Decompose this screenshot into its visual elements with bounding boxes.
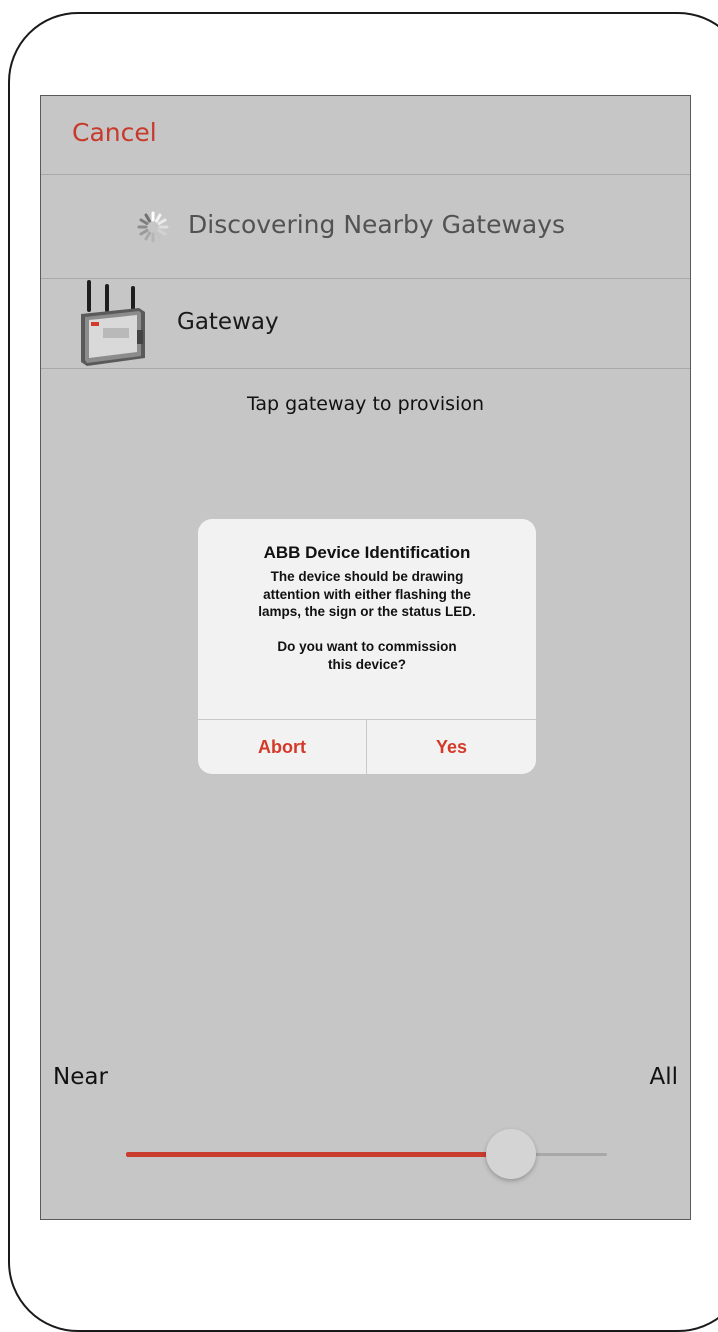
cancel-button[interactable]: Cancel bbox=[72, 118, 157, 147]
range-slider-fill bbox=[126, 1152, 511, 1157]
gateway-list-item[interactable]: Gateway bbox=[41, 278, 690, 369]
alert-actions: Abort Yes bbox=[198, 719, 536, 774]
gateway-device-image bbox=[81, 280, 145, 366]
abort-button[interactable]: Abort bbox=[198, 720, 367, 774]
yes-button[interactable]: Yes bbox=[367, 720, 536, 774]
spinner-icon bbox=[137, 211, 169, 243]
device-identification-alert: ABB Device Identification The device sho… bbox=[198, 519, 536, 774]
navigation-bar: Cancel bbox=[41, 96, 690, 175]
slider-min-label: Near bbox=[53, 1064, 108, 1090]
provision-hint: Tap gateway to provision bbox=[246, 393, 485, 415]
app-screen: Cancel Discovering Nearby Gateways Gatew… bbox=[40, 95, 691, 1220]
discovery-status-row: Discovering Nearby Gateways bbox=[41, 174, 690, 279]
alert-title: ABB Device Identification bbox=[263, 543, 471, 562]
gateway-item-label: Gateway bbox=[177, 309, 279, 335]
range-slider-thumb[interactable] bbox=[485, 1129, 536, 1179]
discovery-status-label: Discovering Nearby Gateways bbox=[188, 210, 566, 239]
range-slider-track[interactable] bbox=[126, 1129, 607, 1179]
slider-max-label: All bbox=[649, 1064, 678, 1090]
alert-message: The device should be drawing attention w… bbox=[258, 569, 476, 672]
